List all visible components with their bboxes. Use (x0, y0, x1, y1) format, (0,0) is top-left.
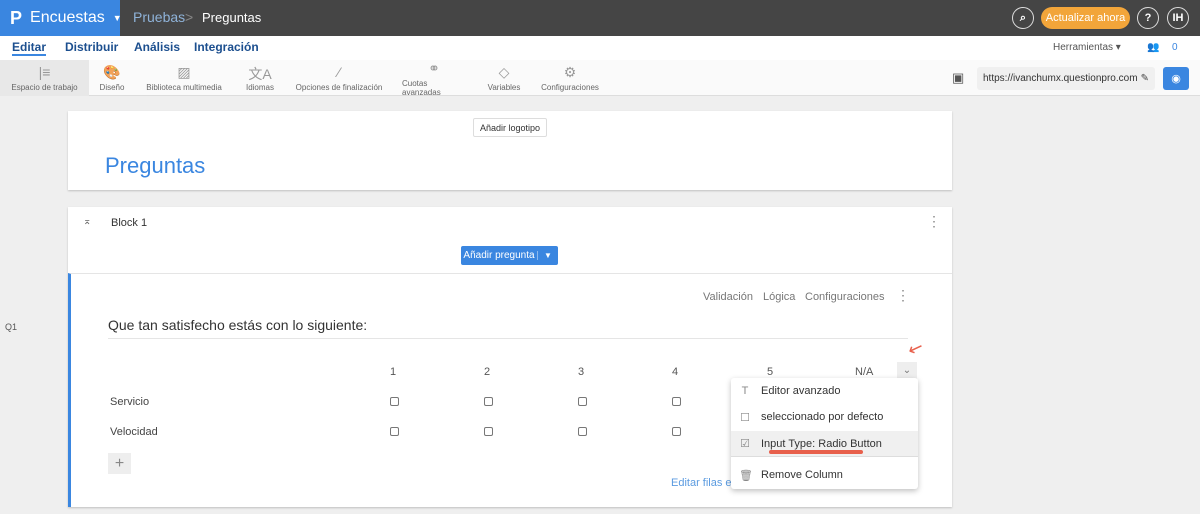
magic-wand-icon: ⁄ (337, 64, 341, 80)
workspace-icon: |≡ (38, 64, 51, 80)
checkbox[interactable] (672, 397, 681, 406)
annotation-underline (769, 450, 863, 454)
collaborators-count: 0 (1172, 42, 1178, 53)
eye-icon: ◉ (1171, 73, 1181, 85)
breadcrumb-current: Preguntas (202, 10, 262, 25)
survey-url-field[interactable]: https://ivanchumx.questionpro.com ✎ (977, 67, 1155, 90)
page-title[interactable]: Preguntas (105, 153, 205, 179)
tab-distribuir[interactable]: Distribuir (65, 40, 118, 54)
settings-link[interactable]: Configuraciones (805, 291, 885, 303)
tool-media[interactable]: ▨ Biblioteca multimedia (143, 60, 225, 96)
translate-icon: 文A (248, 66, 272, 82)
palette-icon: 🎨 (103, 64, 121, 80)
tool-quotas[interactable]: ⚭ Cuotas avanzadas (402, 59, 466, 97)
menu-item-default-selected[interactable]: ☐ seleccionado por defecto (731, 404, 918, 430)
menu-item-advanced-editor[interactable]: T Editor avanzado (731, 378, 918, 404)
pencil-icon: ✎ (1140, 73, 1149, 84)
checkbox[interactable] (390, 427, 399, 436)
add-logo-button[interactable]: Añadir logotipo (473, 118, 547, 137)
text-format-icon: T (741, 385, 749, 397)
tool-workspace[interactable]: |≡ Espacio de trabajo (0, 60, 89, 96)
block-menu-icon[interactable]: ⋮ (927, 213, 941, 230)
tools-dropdown[interactable]: Herramientas ▾ (1053, 42, 1121, 53)
trash-icon: 🗑 (739, 469, 753, 482)
collapse-icon[interactable]: ⌅ (83, 216, 91, 227)
tab-editar[interactable]: Editar (12, 40, 47, 56)
column-header[interactable]: 3 (578, 366, 584, 378)
caret-down-icon: ▼ (537, 251, 558, 260)
collaborators-icon[interactable]: 👥 (1147, 42, 1159, 53)
image-icon: ▨ (177, 64, 191, 80)
gear-icon: ⚙ (563, 64, 577, 80)
help-button[interactable]: ? (1137, 7, 1159, 29)
checkbox[interactable] (578, 397, 587, 406)
app-name: Encuestas (30, 9, 105, 26)
preview-button[interactable]: ◉ (1163, 67, 1189, 90)
breadcrumb-separator: > (185, 9, 194, 25)
checkbox[interactable] (484, 397, 493, 406)
question-menu-icon[interactable]: ⋮ (896, 287, 910, 304)
caret-down-icon: ▼ (112, 13, 122, 23)
update-button[interactable]: Actualizar ahora (1041, 7, 1130, 29)
row-label[interactable]: Velocidad (110, 426, 158, 438)
logo-icon: P (10, 7, 23, 28)
tab-integracion[interactable]: Integración (194, 40, 259, 54)
checkbox-icon: ☐ (740, 411, 750, 424)
qr-code-icon[interactable]: ▣ (952, 70, 964, 86)
column-header[interactable]: 2 (484, 366, 490, 378)
tab-analisis[interactable]: Análisis (134, 40, 180, 54)
tag-icon: ◇ (498, 64, 510, 80)
edit-rows-link[interactable]: Editar filas en (671, 477, 738, 489)
column-header[interactable]: N/A (855, 366, 873, 378)
tool-design[interactable]: 🎨 Diseño (92, 60, 132, 96)
checkbox[interactable] (672, 427, 681, 436)
column-header[interactable]: 5 (767, 366, 773, 378)
add-question-button[interactable]: Añadir pregunta ▼ (461, 246, 558, 265)
checkbox[interactable] (578, 427, 587, 436)
search-icon[interactable]: ⌕ (1012, 7, 1034, 29)
checkbox[interactable] (484, 427, 493, 436)
tool-languages[interactable]: 文A Idiomas (240, 60, 280, 96)
quota-icon: ⚭ (428, 59, 440, 76)
block-name[interactable]: Block 1 (111, 217, 147, 229)
avatar[interactable]: IH (1167, 7, 1189, 29)
validation-link[interactable]: Validación (703, 291, 753, 303)
app-switcher[interactable]: P Encuestas ▼ (0, 0, 122, 36)
add-row-button[interactable]: + (108, 453, 131, 474)
tool-finish-options[interactable]: ⁄ Opciones de finalización (294, 60, 384, 96)
row-label[interactable]: Servicio (110, 396, 149, 408)
column-header[interactable]: 1 (390, 366, 396, 378)
tool-variables[interactable]: ◇ Variables (485, 60, 523, 96)
logic-link[interactable]: Lógica (763, 291, 795, 303)
question-number: Q1 (5, 322, 18, 332)
question-text[interactable]: Que tan satisfecho estás con lo siguient… (108, 317, 908, 339)
column-header[interactable]: 4 (672, 366, 678, 378)
tool-settings[interactable]: ⚙ Configuraciones (540, 60, 600, 96)
checked-box-icon: ☑ (740, 438, 750, 450)
checkbox[interactable] (390, 397, 399, 406)
breadcrumb-parent[interactable]: Pruebas (133, 9, 185, 25)
menu-item-remove-column[interactable]: 🗑 Remove Column (731, 462, 918, 488)
column-options-menu: T Editor avanzado ☐ seleccionado por defec… (731, 378, 918, 489)
